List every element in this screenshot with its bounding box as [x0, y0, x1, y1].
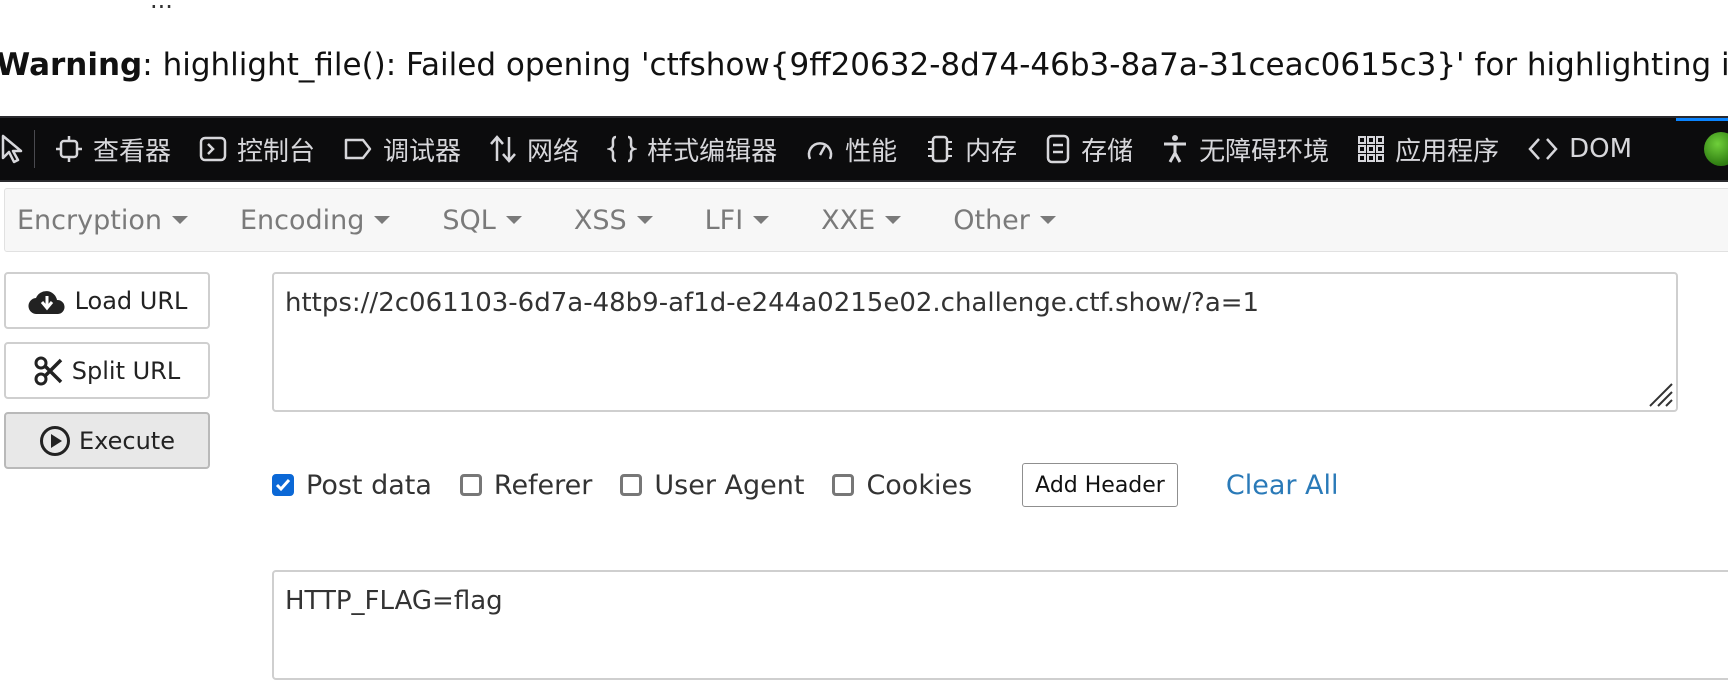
performance-icon — [807, 142, 833, 160]
active-tab-indicator — [1676, 118, 1728, 121]
dom-icon — [1528, 138, 1558, 160]
hackbar-extension-icon[interactable] — [1704, 132, 1728, 166]
request-options: Post data Referer User Agent Cookies Add… — [272, 462, 1339, 508]
scissors-icon — [34, 356, 63, 385]
split-url-button[interactable]: Split URL — [4, 342, 210, 399]
toolbar-separator — [34, 130, 35, 168]
chevron-down-icon — [374, 216, 391, 224]
tab-memory[interactable]: 内存 — [913, 118, 1033, 180]
debugger-icon — [344, 138, 372, 160]
post-data-checkbox[interactable] — [272, 474, 294, 496]
warning-label: Warning — [0, 47, 143, 83]
add-header-button[interactable]: Add Header — [1022, 463, 1178, 507]
application-icon — [1358, 136, 1385, 162]
user-agent-option[interactable]: User Agent — [620, 470, 804, 501]
play-circle-icon — [40, 425, 70, 456]
menu-lfi[interactable]: LFI — [693, 205, 782, 236]
post-data-input[interactable]: HTTP_FLAG=flag — [272, 570, 1728, 680]
inspector-icon — [56, 136, 82, 162]
url-text: https://2c061103-6d7a-48b9-af1d-e244a021… — [285, 288, 1260, 318]
execute-button[interactable]: Execute — [4, 412, 210, 469]
menu-xss[interactable]: XSS — [562, 205, 665, 236]
resize-grip-icon[interactable] — [1646, 380, 1674, 408]
chevron-down-icon — [636, 216, 653, 224]
network-icon — [490, 135, 516, 163]
previous-line-fragment: ... — [0, 0, 1728, 10]
url-input[interactable]: https://2c061103-6d7a-48b9-af1d-e244a021… — [272, 272, 1678, 412]
chevron-down-icon — [171, 216, 188, 224]
memory-icon — [928, 135, 953, 163]
hackbar-menu: Encryption Encoding SQL XSS LFI XXE Othe… — [4, 188, 1728, 252]
clear-all-link[interactable]: Clear All — [1226, 470, 1339, 501]
element-picker-icon[interactable] — [0, 129, 30, 169]
tab-console[interactable]: 控制台 — [187, 118, 331, 180]
tab-performance[interactable]: 性能 — [793, 118, 913, 180]
load-url-button[interactable]: Load URL — [4, 272, 210, 329]
tab-application[interactable]: 应用程序 — [1345, 118, 1515, 180]
menu-xxe[interactable]: XXE — [809, 205, 913, 236]
console-icon — [199, 136, 227, 162]
accessibility-icon — [1164, 135, 1187, 163]
menu-other[interactable]: Other — [941, 205, 1068, 236]
post-data-option[interactable]: Post data — [272, 470, 432, 501]
style-editor-icon — [607, 135, 638, 163]
cookies-checkbox[interactable] — [832, 474, 855, 496]
referer-option[interactable]: Referer — [459, 470, 592, 501]
tab-network[interactable]: 网络 — [477, 118, 595, 180]
cloud-download-icon — [28, 290, 65, 314]
tab-storage[interactable]: 存储 — [1033, 118, 1149, 180]
tab-accessibility[interactable]: 无障碍环境 — [1149, 118, 1345, 180]
php-warning-message: Warning: highlight_file(): Failed openin… — [0, 40, 1728, 90]
referer-checkbox[interactable] — [459, 474, 482, 496]
tab-style-editor[interactable]: 样式编辑器 — [595, 118, 793, 180]
menu-sql[interactable]: SQL — [430, 205, 533, 236]
chevron-down-icon — [1039, 216, 1056, 224]
chevron-down-icon — [753, 216, 770, 224]
chevron-down-icon — [505, 216, 522, 224]
tab-debugger[interactable]: 调试器 — [331, 118, 477, 180]
cookies-option[interactable]: Cookies — [832, 470, 972, 501]
storage-icon — [1046, 134, 1070, 164]
devtools-toolbar: 查看器 控制台 调试器 网络 样式编辑器 性能 内存 存储 无障碍环境 应用程序… — [0, 116, 1728, 182]
post-data-text: HTTP_FLAG=flag — [285, 586, 503, 616]
tab-dom[interactable]: DOM — [1515, 118, 1648, 180]
warning-text: : highlight_file(): Failed opening 'ctfs… — [142, 47, 1728, 83]
menu-encoding[interactable]: Encoding — [228, 205, 402, 236]
user-agent-checkbox[interactable] — [620, 474, 643, 496]
tab-inspector[interactable]: 查看器 — [43, 118, 187, 180]
checkmark-icon — [275, 479, 291, 492]
menu-encryption[interactable]: Encryption — [5, 205, 200, 236]
chevron-down-icon — [885, 216, 902, 224]
